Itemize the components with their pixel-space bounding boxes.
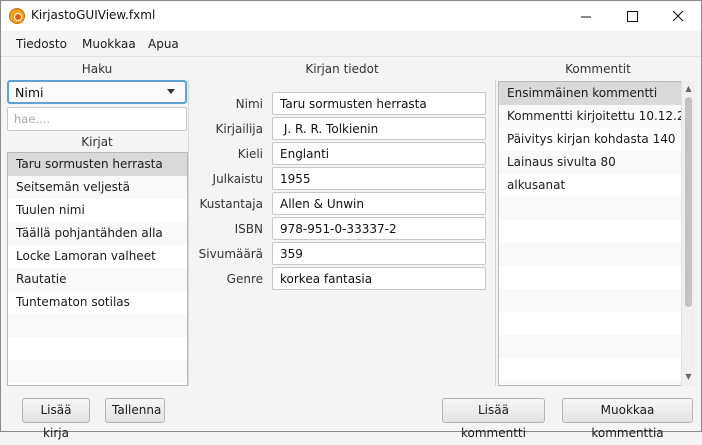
close-icon [672,10,683,21]
kirjailija-field[interactable] [272,117,486,140]
julkaistu-field[interactable] [272,167,486,190]
close-button[interactable] [655,1,701,31]
label-kieli: Kieli [237,147,263,161]
menu-apua[interactable]: Apua [148,37,179,51]
search-input[interactable] [7,107,187,131]
maximize-icon [626,10,638,22]
genre-field[interactable] [272,267,486,290]
empty-list-row [499,266,694,289]
label-genre: Genre [226,272,263,286]
menu-muokkaa[interactable]: Muokkaa [82,37,136,51]
label-sivumaara: Sivumäärä [198,247,263,261]
scroll-up-arrow-icon[interactable]: ▲ [682,83,695,95]
window-title: KirjastoGUIView.fxml [31,8,156,22]
scrollbar-thumb[interactable] [685,97,692,307]
isbn-field[interactable] [272,217,486,240]
title-bar: KirjastoGUIView.fxml [1,1,701,31]
books-header: Kirjat [81,135,113,149]
search-field-combo[interactable]: Nimi [7,80,187,104]
comments-header: Kommentit [565,62,631,76]
chevron-down-icon [167,89,175,94]
details-header: Kirjan tiedot [305,62,379,76]
menu-tiedosto[interactable]: Tiedosto [16,37,67,51]
empty-list-row [499,197,694,220]
empty-list-row [499,220,694,243]
add-book-button[interactable]: Lisää kirja [22,398,90,440]
book-list-item[interactable]: Tuntematon sotilas [8,291,187,314]
add-comment-button[interactable]: Lisää kommentti [442,398,545,440]
empty-list-row [8,314,187,337]
app-window: KirjastoGUIView.fxml Tiedosto Muokkaa Ap… [0,0,702,440]
scroll-down-arrow-icon[interactable]: ▼ [682,371,695,383]
combo-selected-value: Nimi [15,85,44,100]
book-list-item[interactable]: Täällä pohjantähden alla [8,222,187,245]
nimi-field[interactable] [272,92,486,115]
book-list-item[interactable]: Tuulen nimi [8,199,187,222]
app-icon [9,8,25,24]
minimize-button[interactable] [563,1,609,31]
books-list: Taru sormusten herrasta Seitsemän veljes… [7,152,188,386]
label-kirjailija: Kirjailija [215,122,263,136]
empty-list-row [499,381,694,385]
empty-list-row [8,383,187,385]
minimize-icon [580,16,591,17]
comment-list-item[interactable]: Ensimmäinen kommentti [499,82,694,105]
empty-list-row [499,312,694,335]
empty-list-row [8,337,187,360]
empty-list-row [499,289,694,312]
kustantaja-field[interactable] [272,192,486,215]
comments-list: Ensimmäinen kommentti Kommentti kirjoite… [498,81,695,386]
menu-bar: Tiedosto Muokkaa Apua [1,31,701,57]
save-button[interactable]: Tallenna [105,398,165,423]
comment-list-item[interactable]: Kommentti kirjoitettu 10.12.20 [499,105,694,128]
book-list-item[interactable]: Seitsemän veljestä [8,176,187,199]
book-list-item[interactable]: Rautatie [8,268,187,291]
label-nimi: Nimi [235,97,263,111]
comments-scrollbar[interactable]: ▲ ▼ [681,81,695,386]
label-julkaistu: Julkaistu [212,172,263,186]
label-isbn: ISBN [234,222,263,236]
book-list-item[interactable]: Taru sormusten herrasta [8,153,187,176]
empty-list-row [499,243,694,266]
book-list-item[interactable]: Locke Lamoran valheet [8,245,187,268]
comment-list-item[interactable]: Päivitys kirjan kohdasta 140 [499,128,694,151]
kieli-field[interactable] [272,142,486,165]
sivumaara-field[interactable] [272,242,486,265]
edit-comment-button[interactable]: Muokkaa kommenttia [562,398,693,440]
comment-list-item[interactable]: alkusanat [499,174,694,197]
label-kustantaja: Kustantaja [199,197,263,211]
empty-list-row [499,335,694,358]
empty-list-row [499,358,694,381]
maximize-button[interactable] [609,1,655,31]
comment-list-item[interactable]: Lainaus sivulta 80 [499,151,694,174]
empty-list-row [8,360,187,383]
search-header: Haku [81,62,113,76]
